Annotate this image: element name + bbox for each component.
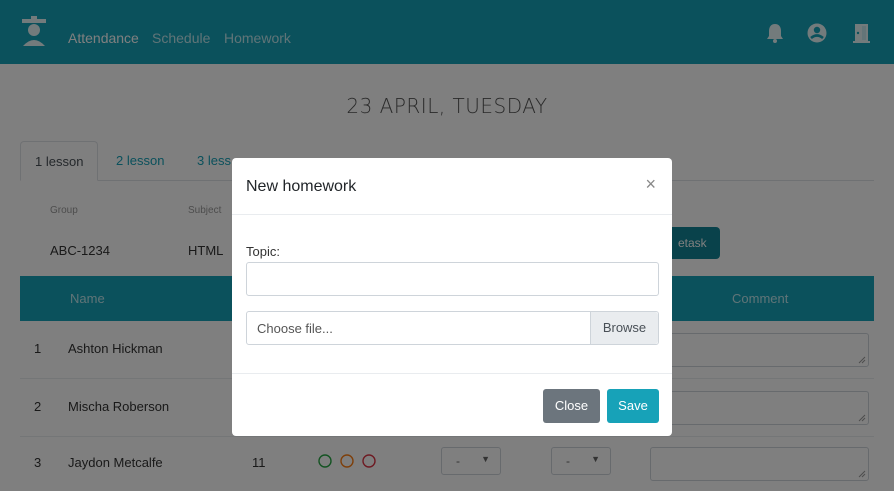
close-icon[interactable]: × — [645, 174, 656, 195]
browse-button[interactable]: Browse — [590, 312, 658, 344]
new-homework-modal: New homework × Topic: Choose file... Bro… — [232, 158, 672, 436]
modal-header: New homework × — [232, 158, 672, 215]
file-placeholder: Choose file... — [257, 321, 333, 336]
modal-title: New homework — [246, 178, 357, 195]
topic-label: Topic: — [246, 244, 280, 259]
close-button[interactable]: Close — [543, 389, 600, 423]
save-button[interactable]: Save — [607, 389, 659, 423]
modal-footer: Close Save — [232, 373, 672, 436]
file-input[interactable]: Choose file... Browse — [246, 311, 659, 345]
topic-input[interactable] — [246, 262, 659, 296]
